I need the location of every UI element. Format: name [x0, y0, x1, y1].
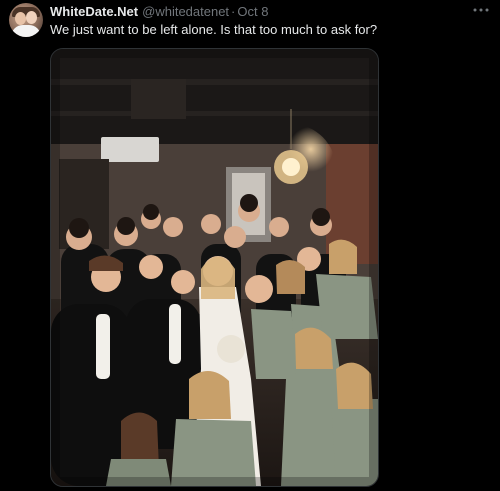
avatar-face [26, 11, 37, 24]
more-dots-icon[interactable] [472, 1, 490, 19]
wedding-party-photo [51, 49, 378, 486]
separator-dot: · [231, 4, 236, 19]
avatar-body [11, 25, 41, 37]
tweet-text: We just want to be left alone. Is that t… [50, 22, 378, 37]
display-name[interactable]: WhiteDate.Net [50, 4, 138, 19]
avatar[interactable] [9, 3, 43, 37]
timestamp[interactable]: Oct 8 [237, 4, 268, 19]
tweet[interactable]: WhiteDate.Net @whitedatenet · Oct 8 We j… [0, 0, 500, 491]
tweet-media-photo[interactable] [50, 48, 379, 487]
avatar-face [15, 12, 26, 25]
user-handle[interactable]: @whitedatenet [142, 4, 229, 19]
tweet-header: WhiteDate.Net @whitedatenet · Oct 8 [50, 4, 268, 20]
